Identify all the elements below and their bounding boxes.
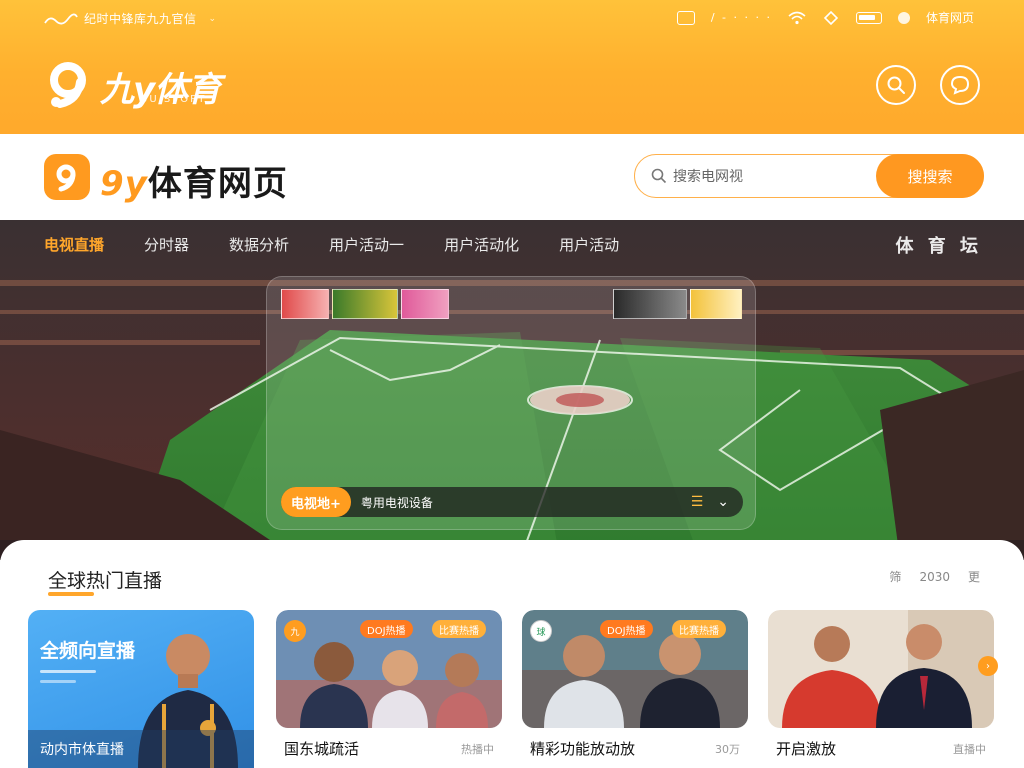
player-control-bar: 电视地+ 粤用电视设备 ☰ ⌄ — [281, 487, 743, 517]
card-caption: 精彩功能放动放 — [530, 740, 636, 758]
app-logo-icon[interactable] — [46, 60, 98, 108]
nav-item-data-analysis[interactable]: 数据分析 — [229, 234, 289, 255]
nav-item-user-activity-1[interactable]: 用户活动一 — [329, 234, 404, 255]
scroll-next-button[interactable]: › — [978, 656, 998, 676]
status-left-text: 纪时中锋库九九官信 — [84, 12, 197, 26]
card-thumbnail — [768, 610, 994, 728]
section-title: 全球热门直播 — [48, 570, 163, 592]
hot-tag: 比赛热播 — [672, 620, 726, 638]
status-right: / - · · · · 体育网页 — [676, 9, 974, 26]
chevron-down-icon[interactable]: ⌄ — [717, 494, 729, 510]
site-title: 9y体育网页 — [100, 156, 288, 205]
wifi-icon — [788, 11, 806, 24]
live-section-panel: 全球热门直播 筛 2030 更 全频向宣播 动内市体直播 九 DOJ热播 比赛热… — [0, 540, 1024, 768]
nav-item-user-activity-2[interactable]: 用户活动化 — [444, 234, 519, 255]
card-caption: 国东城疏活 — [284, 740, 360, 758]
hot-tag: DOJ热播 — [600, 620, 653, 638]
list-icon[interactable]: ☰ — [691, 494, 704, 510]
section-count: 2030 — [919, 569, 950, 584]
dot-icon — [897, 11, 910, 24]
live-card[interactable]: 球 DOJ热播 比赛热播 精彩功能放动放 30万 — [522, 610, 748, 768]
presenters-image — [768, 610, 994, 728]
main-nav: 电视直播 分时器 数据分析 用户活动一 用户活动化 用户活动 体 育 坛 — [0, 220, 1024, 268]
live-card[interactable]: 九 DOJ热播 比赛热播 国东城疏活 热播中 — [276, 610, 502, 768]
chevron-down-icon[interactable]: ⌄ — [209, 14, 217, 24]
app-top-band: 纪时中锋库九九官信 ⌄ / - · · · · 体育网页 九y体育 UU SPO… — [0, 0, 1024, 134]
search-icon — [887, 76, 905, 94]
thumbnail[interactable] — [690, 289, 742, 319]
thumbnail[interactable] — [281, 289, 329, 319]
app-logo-sub: UU SPORT — [140, 94, 207, 105]
thumbnail[interactable] — [332, 289, 398, 319]
channel-badge: 九 — [284, 620, 306, 642]
logo-nine-icon — [56, 164, 76, 192]
card-meta: 30万 — [715, 743, 740, 756]
site-header: 9y体育网页 搜搜索 — [0, 134, 1024, 222]
nav-item-timer[interactable]: 分时器 — [144, 234, 189, 255]
search-box: 搜搜索 — [634, 154, 984, 198]
hot-tag: 比赛热播 — [432, 620, 486, 638]
site-title-latin: 9y — [100, 164, 148, 204]
signal-icon — [44, 13, 78, 24]
video-player[interactable]: 电视地+ 粤用电视设备 ☰ ⌄ — [266, 276, 756, 530]
link-icon — [823, 10, 839, 25]
thumbnail[interactable] — [401, 289, 449, 319]
search-icon — [651, 168, 667, 184]
card-meta: 直播中 — [953, 743, 986, 756]
nav-brand-logo: 体 育 坛 — [895, 236, 982, 257]
site-title-cn: 体育网页 — [147, 164, 288, 204]
card-footer: 动内市体直播 — [28, 730, 254, 768]
status-bar: 纪时中锋库九九官信 ⌄ / - · · · · 体育网页 — [0, 0, 1024, 36]
status-right-text: 体育网页 — [925, 11, 974, 25]
status-left: 纪时中锋库九九官信 ⌄ — [44, 10, 217, 27]
search-button[interactable] — [876, 65, 916, 105]
card-caption: 动内市体直播 — [40, 742, 124, 758]
nav-item-live-tv[interactable]: 电视直播 — [44, 234, 104, 255]
section-tools: 筛 2030 更 — [889, 568, 980, 585]
battery-icon — [855, 11, 882, 24]
player-bar-text: 粤用电视设备 — [360, 495, 433, 510]
more-link[interactable]: 更 — [968, 568, 980, 585]
thumbnail-strip-right — [613, 289, 742, 319]
nav-item-user-activity-3[interactable]: 用户活动 — [559, 234, 619, 255]
thumbnail-strip-left — [281, 289, 449, 319]
search-input[interactable] — [673, 165, 873, 189]
card-meta: 热播中 — [461, 743, 494, 756]
hero-banner: 电视直播 分时器 数据分析 用户活动一 用户活动化 用户活动 体 育 坛 电视地… — [0, 220, 1024, 560]
card-caption: 开启激放 — [776, 740, 837, 758]
live-button[interactable]: 电视地+ — [281, 487, 351, 517]
section-underline — [48, 592, 94, 596]
decorative-lines — [40, 670, 96, 683]
chat-icon — [950, 75, 970, 95]
thumbnail[interactable] — [613, 289, 687, 319]
card-thumbnail: 球 DOJ热播 比赛热播 — [522, 610, 748, 728]
dash-indicator: / - · · · · — [710, 11, 772, 24]
site-logo-icon[interactable] — [44, 154, 90, 200]
card-thumbnail: 九 DOJ热播 比赛热播 — [276, 610, 502, 728]
channel-badge: 球 — [530, 620, 552, 642]
message-button[interactable] — [940, 65, 980, 105]
hot-tag: DOJ热播 — [360, 620, 413, 638]
search-submit-button[interactable]: 搜搜索 — [876, 154, 984, 198]
app-header: 九y体育 UU SPORT — [0, 50, 1024, 120]
screen-icon — [676, 10, 695, 25]
filter-icon[interactable]: 筛 — [889, 568, 901, 585]
live-card[interactable]: 全频向宣播 动内市体直播 — [28, 610, 254, 768]
live-card[interactable]: 开启激放 直播中 — [768, 610, 994, 768]
